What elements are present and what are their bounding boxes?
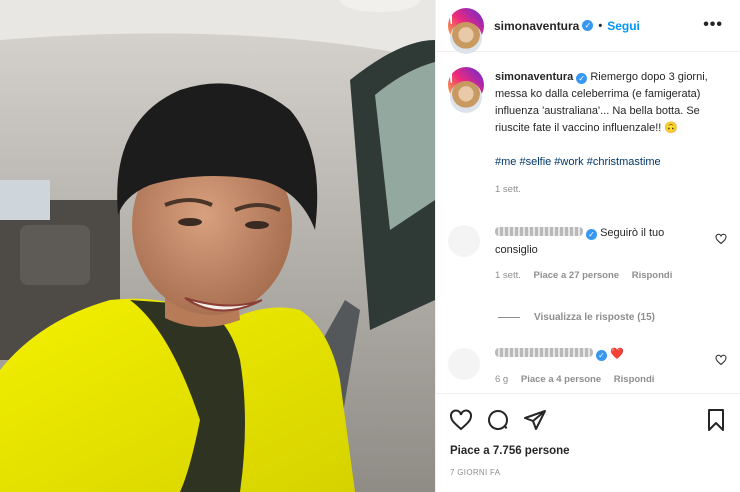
action-bar — [436, 393, 740, 438]
caption-hashtags[interactable]: #me #selfie #work #christmastime — [495, 154, 727, 171]
reply-button[interactable]: Rispondi — [614, 374, 655, 385]
comment-avatar[interactable] — [448, 348, 480, 380]
view-replies-label: Visualizza le risposte (15) — [534, 312, 655, 323]
caption-avatar[interactable] — [448, 67, 484, 127]
comment-likes[interactable]: Piace a 27 persone — [534, 270, 620, 281]
caption-username[interactable]: simonaventura — [495, 71, 573, 83]
comment-text: ❤️ — [610, 348, 624, 360]
comment-time[interactable]: 1 sett. — [495, 270, 521, 281]
verified-badge-icon: ✓ — [582, 20, 594, 31]
post-sidebar: simonaventura ✓ • Segui ••• simonaventur… — [435, 0, 740, 492]
comment-avatar[interactable] — [448, 225, 480, 257]
post-header: simonaventura ✓ • Segui ••• — [436, 0, 740, 68]
selfie-image — [0, 0, 435, 492]
post-photo[interactable] — [0, 0, 435, 492]
view-replies-button[interactable]: Visualizza le risposte (15) — [498, 312, 655, 323]
username-link[interactable]: simonaventura — [494, 19, 579, 33]
verified-badge-icon: ✓ — [586, 229, 597, 240]
caption-timestamp[interactable]: 1 sett. — [495, 181, 727, 198]
blurred-username[interactable] — [495, 348, 593, 357]
like-comment-heart-icon[interactable] — [715, 233, 727, 245]
replies-line — [498, 317, 520, 318]
like-comment-heart-icon[interactable] — [715, 354, 727, 366]
likes-count[interactable]: Piace a 7.756 persone — [450, 445, 570, 457]
more-options-icon[interactable]: ••• — [703, 16, 723, 34]
like-heart-icon[interactable] — [449, 408, 473, 432]
save-bookmark-icon[interactable] — [704, 408, 728, 432]
post-date[interactable]: 7 GIORNI FA — [450, 468, 500, 477]
avatar[interactable] — [448, 7, 484, 68]
follow-button[interactable]: Segui — [607, 19, 640, 33]
comment-time[interactable]: 6 g — [495, 374, 508, 385]
share-paper-plane-icon[interactable] — [523, 408, 547, 432]
comment-bubble-icon[interactable] — [486, 408, 510, 432]
reply-button[interactable]: Rispondi — [632, 270, 673, 281]
verified-badge-icon: ✓ — [596, 350, 607, 361]
verified-badge-icon: ✓ — [576, 73, 588, 84]
separator-dot: • — [598, 19, 603, 32]
comment-likes[interactable]: Piace a 4 persone — [521, 374, 601, 385]
blurred-username[interactable] — [495, 227, 583, 236]
